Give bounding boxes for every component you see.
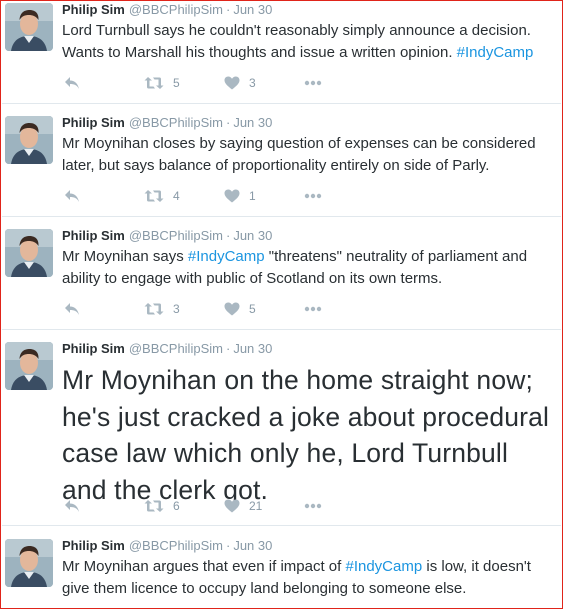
like-count: 21 — [249, 499, 263, 513]
reply-icon — [64, 189, 80, 203]
retweet-icon — [144, 76, 164, 90]
retweet-count: 5 — [173, 76, 180, 90]
avatar[interactable] — [5, 229, 53, 277]
tweet-header: Philip Sim @BBCPhilipSim · Jun 30 — [62, 340, 272, 358]
like-button[interactable]: 21 — [224, 496, 262, 516]
separator: · — [225, 538, 231, 553]
tweet-text: Lord Turnbull says he couldn't reasonabl… — [62, 20, 557, 64]
timestamp[interactable]: Jun 30 — [233, 538, 272, 553]
heart-icon — [224, 302, 240, 316]
more-button[interactable] — [304, 496, 322, 516]
hashtag-link[interactable]: #IndyCamp — [457, 44, 534, 61]
more-dots-icon — [304, 306, 322, 312]
more-button[interactable] — [304, 299, 322, 319]
tweet-text: Mr Moynihan on the home straight now; he… — [62, 362, 557, 508]
like-button[interactable]: 3 — [224, 73, 256, 93]
more-dots-icon — [304, 193, 322, 199]
avatar[interactable] — [5, 539, 53, 587]
author-name[interactable]: Philip Sim — [62, 2, 125, 17]
author-handle[interactable]: @BBCPhilipSim — [129, 115, 223, 130]
more-dots-icon — [304, 80, 322, 86]
retweet-icon — [144, 302, 164, 316]
tweet-text: Mr Moynihan says #IndyCamp "threatens" n… — [62, 246, 557, 290]
like-button[interactable]: 5 — [224, 299, 256, 319]
reply-icon — [64, 302, 80, 316]
tweet-3[interactable]: Philip Sim @BBCPhilipSim · Jun 30 Mr Moynih… — [2, 227, 561, 330]
retweet-button[interactable]: 5 — [144, 73, 180, 93]
separator: · — [225, 228, 231, 243]
like-count: 1 — [249, 189, 256, 203]
author-handle[interactable]: @BBCPhilipSim — [129, 341, 223, 356]
retweet-icon — [144, 499, 164, 513]
more-button[interactable] — [304, 73, 322, 93]
like-count: 3 — [249, 76, 256, 90]
separator: · — [225, 115, 231, 130]
timestamp[interactable]: Jun 30 — [233, 115, 272, 130]
author-name[interactable]: Philip Sim — [62, 341, 125, 356]
tweet-text-part: Mr Moynihan says — [62, 248, 188, 265]
reply-button[interactable] — [64, 299, 80, 319]
tweet-1[interactable]: Philip Sim @BBCPhilipSim · Jun 30 Lord Turn… — [2, 1, 561, 104]
tweet-header: Philip Sim @BBCPhilipSim · Jun 30 — [62, 114, 272, 132]
tweet-4[interactable]: Philip Sim @BBCPhilipSim · Jun 30 Mr Moynih… — [2, 340, 561, 526]
retweet-count: 3 — [173, 302, 180, 316]
avatar[interactable] — [5, 3, 53, 51]
reply-button[interactable] — [64, 496, 80, 516]
retweet-button[interactable]: 3 — [144, 299, 180, 319]
like-button[interactable]: 1 — [224, 186, 256, 206]
author-handle[interactable]: @BBCPhilipSim — [129, 228, 223, 243]
timestamp[interactable]: Jun 30 — [233, 341, 272, 356]
author-handle[interactable]: @BBCPhilipSim — [129, 538, 223, 553]
hashtag-link[interactable]: #IndyCamp — [345, 558, 422, 575]
timestamp[interactable]: Jun 30 — [233, 228, 272, 243]
hashtag-link[interactable]: #IndyCamp — [188, 248, 265, 265]
heart-icon — [224, 499, 240, 513]
retweet-button[interactable]: 6 — [144, 496, 180, 516]
tweet-5[interactable]: Philip Sim @BBCPhilipSim · Jun 30 Mr Moynih… — [2, 537, 561, 608]
separator: · — [225, 2, 231, 17]
tweet-2[interactable]: Philip Sim @BBCPhilipSim · Jun 30 Mr Moynih… — [2, 114, 561, 217]
retweet-count: 4 — [173, 189, 180, 203]
retweet-button[interactable]: 4 — [144, 186, 180, 206]
reply-icon — [64, 76, 80, 90]
avatar[interactable] — [5, 342, 53, 390]
reply-icon — [64, 499, 80, 513]
tweet-timeline: Philip Sim @BBCPhilipSim · Jun 30 Lord Turn… — [0, 0, 563, 609]
retweet-count: 6 — [173, 499, 180, 513]
tweet-text-part: Mr Moynihan on the home straight now; he… — [62, 365, 550, 505]
separator: · — [225, 341, 231, 356]
author-name[interactable]: Philip Sim — [62, 115, 125, 130]
timestamp[interactable]: Jun 30 — [233, 2, 272, 17]
reply-button[interactable] — [64, 73, 80, 93]
like-count: 5 — [249, 302, 256, 316]
tweet-header: Philip Sim @BBCPhilipSim · Jun 30 — [62, 537, 272, 555]
tweet-text: Mr Moynihan argues that even if impact o… — [62, 556, 557, 600]
heart-icon — [224, 189, 240, 203]
reply-button[interactable] — [64, 186, 80, 206]
tweet-header: Philip Sim @BBCPhilipSim · Jun 30 — [62, 227, 272, 245]
heart-icon — [224, 76, 240, 90]
author-handle[interactable]: @BBCPhilipSim — [129, 2, 223, 17]
tweet-text: Mr Moynihan closes by saying question of… — [62, 133, 557, 177]
tweet-header: Philip Sim @BBCPhilipSim · Jun 30 — [62, 1, 272, 19]
more-dots-icon — [304, 503, 322, 509]
tweet-text-part: Mr Moynihan argues that even if impact o… — [62, 558, 346, 575]
retweet-icon — [144, 189, 164, 203]
tweet-text-part: Mr Moynihan closes by saying question of… — [62, 135, 536, 174]
avatar[interactable] — [5, 116, 53, 164]
more-button[interactable] — [304, 186, 322, 206]
author-name[interactable]: Philip Sim — [62, 538, 125, 553]
author-name[interactable]: Philip Sim — [62, 228, 125, 243]
